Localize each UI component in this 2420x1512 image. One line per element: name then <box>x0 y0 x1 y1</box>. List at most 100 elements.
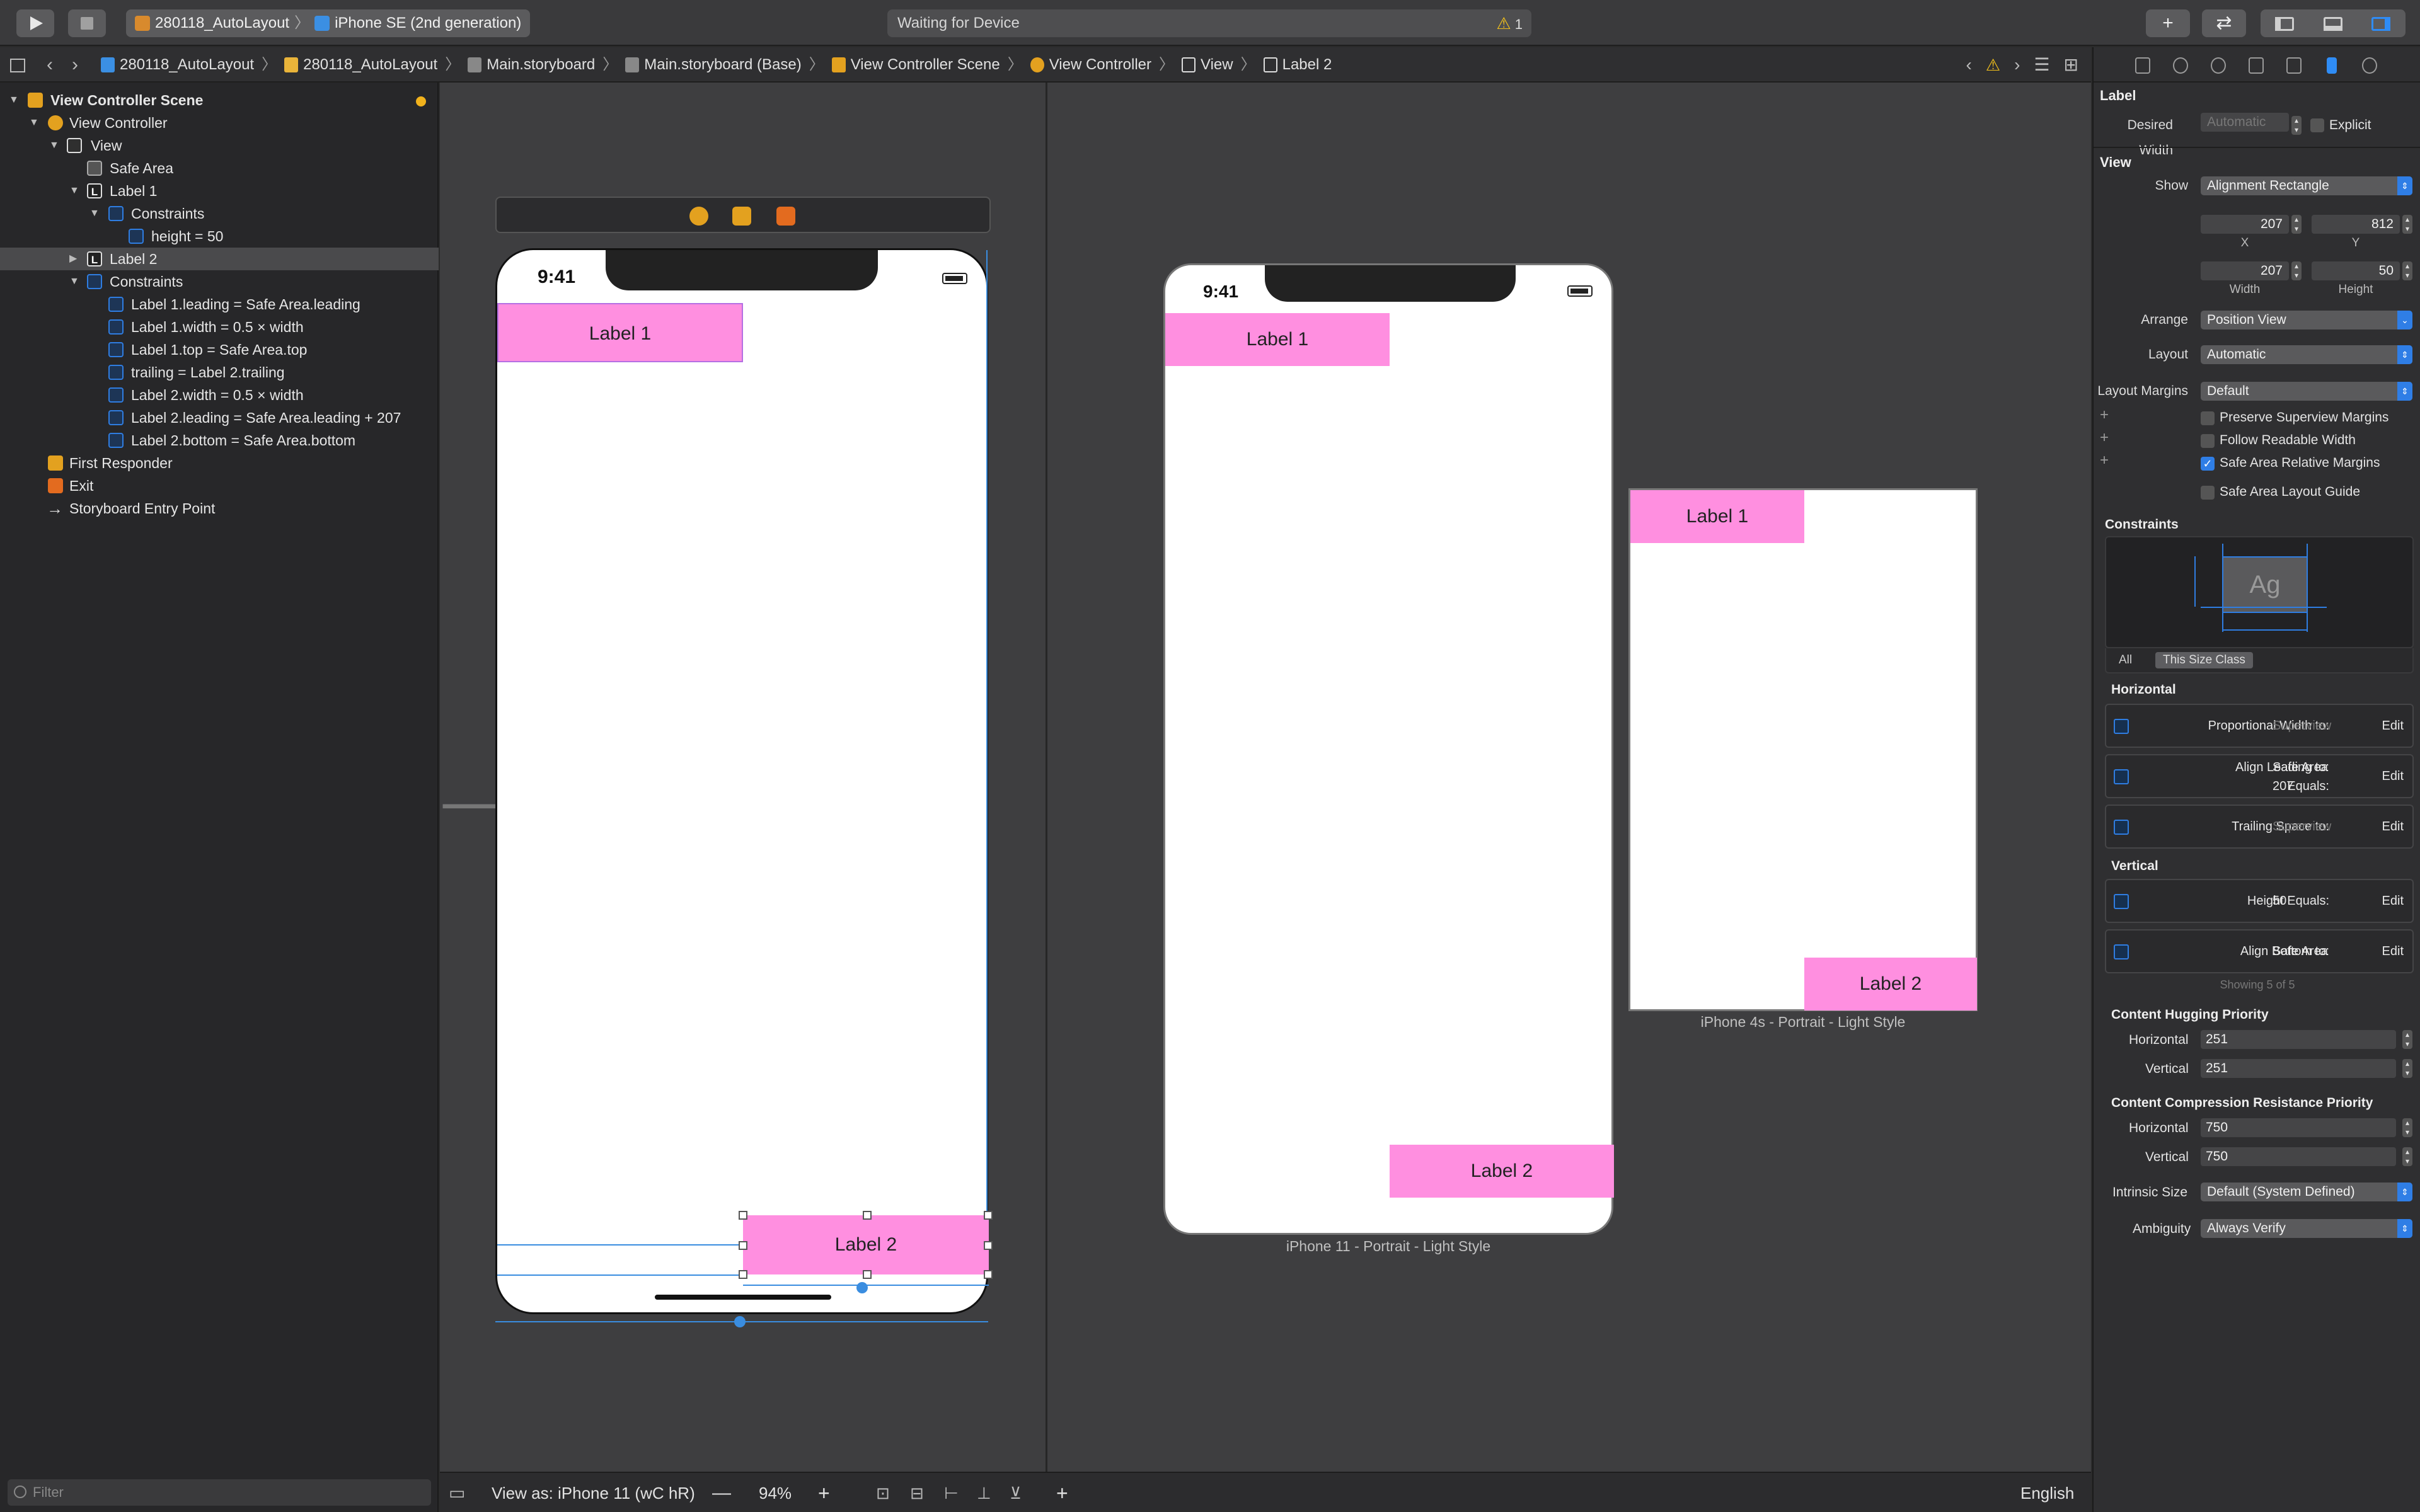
embed-in-stack-icon[interactable]: ⊟ <box>910 1473 924 1512</box>
resize-handle[interactable] <box>984 1211 993 1220</box>
show-popup[interactable]: Alignment Rectangle ⇕ <box>2201 176 2412 195</box>
resize-handle[interactable] <box>984 1241 993 1250</box>
outline-row-exit[interactable]: Exit <box>0 474 439 497</box>
comp-horizontal-stepper[interactable]: ▴ ▾ <box>2402 1118 2412 1137</box>
resize-handle[interactable] <box>984 1270 993 1279</box>
forward-button[interactable]: › <box>72 47 78 83</box>
warning-badge[interactable]: ⚠ 1 <box>1496 9 1523 38</box>
warning-icon[interactable]: ⚠ <box>1986 47 2000 83</box>
constraint-card[interactable]: Trailing Space to: Superview Edit <box>2105 805 2414 849</box>
view-controller-icon[interactable] <box>689 207 708 226</box>
comp-horizontal-field[interactable]: 750 <box>2201 1118 2396 1137</box>
edit-button[interactable]: Edit <box>2382 755 2404 797</box>
outline-row-constraint[interactable]: Label 2.leading = Safe Area.leading + 20… <box>0 406 439 429</box>
chevron-right-icon[interactable]: › <box>2014 47 2020 83</box>
intrinsic-size-popup[interactable]: Default (System Defined) ⇕ <box>2201 1183 2412 1201</box>
breadcrumb-project[interactable]: 280118_AutoLayout 〉 <box>101 47 284 83</box>
resolve-issues-icon[interactable]: ⊻ <box>1010 1473 1022 1512</box>
outline-row-label2[interactable]: ▶ L Label 2 <box>0 248 439 270</box>
label2-view[interactable]: Label 2 <box>743 1215 989 1274</box>
outline-row-entry-point[interactable]: → Storyboard Entry Point <box>0 497 439 520</box>
edit-button[interactable]: Edit <box>2382 880 2404 922</box>
outline-row-safe-area[interactable]: Safe Area <box>0 157 439 180</box>
explicit-checkbox[interactable] <box>2310 118 2324 132</box>
resize-handle[interactable] <box>863 1211 872 1220</box>
breadcrumb-view-controller[interactable]: View Controller 〉 <box>1030 47 1182 83</box>
disclosure-open-icon[interactable]: ▼ <box>29 112 39 134</box>
language-selector[interactable]: English <box>2020 1473 2074 1512</box>
safe-area-layout-guide-checkbox[interactable] <box>2201 486 2215 500</box>
canvas-split-divider[interactable] <box>1046 83 1047 1472</box>
disclosure-open-icon[interactable]: ▼ <box>69 270 79 293</box>
hug-horizontal-field[interactable]: 251 <box>2201 1030 2396 1049</box>
breadcrumb-label2[interactable]: Label 2 <box>1263 47 1332 83</box>
constraint-knob[interactable] <box>856 1282 868 1293</box>
help-inspector-icon[interactable] <box>2211 57 2226 74</box>
disclosure-open-icon[interactable]: ▼ <box>9 89 19 112</box>
chevron-left-icon[interactable]: ‹ <box>1966 47 1971 83</box>
breadcrumb-storyboard-base[interactable]: Main.storyboard (Base) 〉 <box>625 47 831 83</box>
exit-icon[interactable] <box>776 207 795 226</box>
zoom-level[interactable]: 94% <box>759 1473 792 1512</box>
list-icon[interactable]: ☰ <box>2034 47 2049 83</box>
filter-all[interactable]: All <box>2119 653 2132 667</box>
disclosure-closed-icon[interactable]: ▶ <box>69 248 77 270</box>
constraint-card[interactable]: Height Equals: 50 Edit <box>2105 879 2414 923</box>
height-field[interactable]: 50 <box>2312 261 2400 280</box>
outline-row-constraint[interactable]: Label 1.width = 0.5 × width <box>0 316 439 338</box>
follow-readable-width-checkbox[interactable] <box>2201 434 2215 448</box>
outline-row-constraint[interactable]: Label 2.width = 0.5 × width <box>0 384 439 406</box>
zoom-out-button[interactable]: — <box>712 1473 731 1512</box>
layout-margins-popup[interactable]: Default ⇕ <box>2201 382 2412 401</box>
first-responder-icon[interactable] <box>732 207 751 226</box>
resize-handle[interactable] <box>739 1211 747 1220</box>
plus-icon[interactable]: + <box>2100 406 2109 424</box>
add-constraints-icon[interactable]: ⊥ <box>977 1473 991 1512</box>
identity-inspector-icon[interactable] <box>2249 57 2264 74</box>
edit-button[interactable]: Edit <box>2382 705 2404 747</box>
outline-row-view-controller[interactable]: ▼ View Controller <box>0 112 439 134</box>
breadcrumb-scene[interactable]: View Controller Scene 〉 <box>831 47 1030 83</box>
library-button[interactable]: + <box>2146 9 2190 37</box>
main-device-frame[interactable]: 9:41 Label 1 Label 2 <box>495 248 993 1314</box>
desired-width-stepper[interactable]: ▴ ▾ <box>2291 116 2302 135</box>
label1-view[interactable]: Label 1 <box>497 303 743 362</box>
back-button[interactable]: ‹ <box>47 47 53 83</box>
stop-button[interactable] <box>68 9 106 37</box>
view-as-selector[interactable]: View as: iPhone 11 (wC hR) <box>492 1473 695 1512</box>
width-field[interactable]: 207 <box>2201 261 2289 280</box>
connections-inspector-icon[interactable] <box>2362 57 2377 74</box>
ambiguity-popup[interactable]: Always Verify ⇕ <box>2201 1219 2412 1238</box>
history-inspector-icon[interactable] <box>2173 57 2188 74</box>
outline-toggle-icon[interactable]: ▭ <box>449 1473 465 1512</box>
disclosure-open-icon[interactable]: ▼ <box>49 134 59 157</box>
outline-row-scene[interactable]: ▼ View Controller Scene <box>0 89 439 112</box>
comp-vertical-field[interactable]: 750 <box>2201 1147 2396 1166</box>
scheme-selector[interactable]: 280118_AutoLayout 〉 iPhone SE (2nd gener… <box>126 9 531 37</box>
hug-vertical-stepper[interactable]: ▴ ▾ <box>2402 1059 2412 1078</box>
add-variation-button[interactable]: + <box>1056 1473 1068 1512</box>
constraint-card[interactable]: Align Bottom to: Safe Area Edit <box>2105 929 2414 973</box>
y-stepper[interactable]: ▴ ▾ <box>2402 215 2412 234</box>
add-editor-icon[interactable]: ⊞ <box>2064 47 2078 83</box>
constraint-card[interactable]: Align Leading to: Safe Area Equals: 207 … <box>2105 754 2414 798</box>
arrange-popup[interactable]: Position View ⌄ <box>2201 311 2412 329</box>
x-field[interactable]: 207 <box>2201 215 2289 234</box>
resize-handle[interactable] <box>739 1241 747 1250</box>
hug-horizontal-stepper[interactable]: ▴ ▾ <box>2402 1030 2412 1049</box>
breadcrumb-storyboard[interactable]: Main.storyboard 〉 <box>468 47 625 83</box>
resize-handle[interactable] <box>739 1270 747 1279</box>
inspector-toggle[interactable] <box>2357 9 2406 37</box>
outline-row-constraint[interactable]: trailing = Label 2.trailing <box>0 361 439 384</box>
width-stepper[interactable]: ▴ ▾ <box>2291 261 2302 280</box>
size-inspector-icon[interactable] <box>2327 57 2337 74</box>
edit-button[interactable]: Edit <box>2382 806 2404 847</box>
code-review-button[interactable]: ⇄ <box>2202 9 2246 37</box>
disclosure-open-icon[interactable]: ▼ <box>69 180 79 202</box>
align-icon[interactable]: ⊢ <box>944 1473 959 1512</box>
outline-row-constraint[interactable]: Label 2.bottom = Safe Area.bottom <box>0 429 439 452</box>
update-frames-icon[interactable]: ⊡ <box>876 1473 890 1512</box>
preserve-superview-margins-checkbox[interactable] <box>2201 411 2215 425</box>
safe-area-relative-margins-checkbox[interactable]: ✓ <box>2201 457 2215 471</box>
outline-row-label1[interactable]: ▼ L Label 1 <box>0 180 439 202</box>
